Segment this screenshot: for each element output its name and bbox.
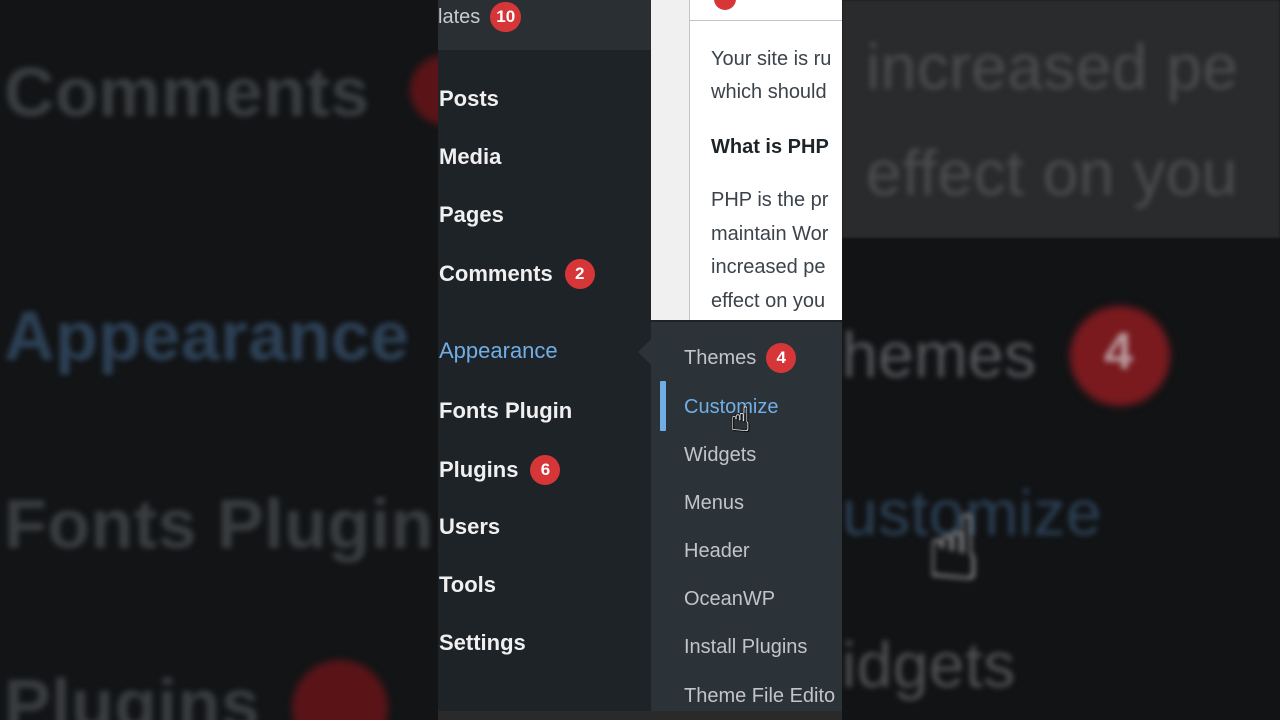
left-blurred-backdrop: Comments Appearance Fonts Plugin Plugins: [0, 0, 438, 720]
appearance-submenu: Themes 4 Customize Widgets Menus Header …: [651, 322, 842, 720]
sidebar-item-appearance[interactable]: Appearance: [439, 338, 558, 364]
sidebar-item-posts[interactable]: Posts: [439, 86, 499, 112]
backdrop-badge: [410, 55, 438, 125]
sidebar-item-label: Appearance: [439, 338, 558, 363]
themes-count-badge: 4: [766, 343, 797, 373]
submenu-item-header[interactable]: Header: [684, 540, 750, 563]
sidebar-item-settings[interactable]: Settings: [439, 630, 526, 656]
sidebar-item-media[interactable]: Media: [439, 144, 501, 170]
sidebar-item-label: Media: [439, 144, 502, 169]
backdrop-plugins-badge: [292, 660, 388, 720]
notice-para-line2: maintain Wor: [711, 223, 829, 245]
sidebar-item-pages[interactable]: Pages: [439, 202, 504, 228]
wp-admin-view: lates 10 Posts Media Pages Comments 2 Ap…: [438, 0, 842, 720]
sidebar-item-label: Plugins: [439, 457, 519, 482]
backdrop-line1-text: increased pe: [866, 31, 1239, 103]
hand-pointer-icon: ☝: [730, 401, 751, 439]
main-content: Your site is ru which should What is PHP…: [651, 0, 842, 320]
bottom-scrollbar[interactable]: [438, 711, 842, 720]
backdrop-line2-text: effect on you: [866, 137, 1238, 209]
submenu-item-themes[interactable]: Themes 4: [684, 343, 797, 373]
php-notice-card: Your site is ru which should What is PHP…: [689, 0, 842, 320]
sidebar-item-label: Settings: [439, 630, 526, 655]
sidebar-item-fonts-plugin[interactable]: Fonts Plugin: [439, 398, 572, 424]
notice-para-line3: increased pe: [711, 256, 826, 278]
plugins-count-badge: 6: [530, 455, 561, 485]
submenu-item-label: Theme File Edito: [684, 685, 836, 707]
sidebar-item-label: Users: [439, 514, 501, 539]
backdrop-fonts-plugin-text: Fonts Plugin: [4, 485, 434, 563]
backdrop-appearance-text: Appearance: [4, 297, 410, 375]
sidebar-item-label: Tools: [439, 572, 497, 597]
sidebar-item-label: Fonts Plugin: [439, 398, 573, 423]
submenu-item-label: Install Plugins: [684, 636, 808, 658]
submenu-item-label: OceanWP: [684, 588, 776, 610]
backdrop-widgets-text: idgets: [842, 629, 1016, 701]
current-item-indicator: [660, 381, 666, 431]
backdrop-plugins-text: Plugins: [4, 665, 261, 720]
error-icon: [714, 0, 736, 10]
backdrop-comments-text: Comments: [4, 53, 370, 131]
sidebar-item-label: Pages: [439, 202, 504, 227]
submenu-item-label: Menus: [684, 492, 745, 514]
sidebar-item-tools[interactable]: Tools: [439, 572, 496, 598]
submenu-item-label: Widgets: [684, 444, 757, 466]
backdrop-themes-count: 4: [1104, 323, 1134, 381]
notice-line2: which should: [711, 81, 827, 103]
sidebar-item-users[interactable]: Users: [439, 514, 500, 540]
submenu-item-label: Themes: [684, 346, 757, 369]
submenu-item-install-plugins[interactable]: Install Plugins: [684, 636, 807, 659]
comments-count-badge: 2: [564, 259, 595, 289]
updates-label: lates: [438, 5, 481, 28]
right-blurred-backdrop: increased pe effect on you hemes 4 ustom…: [842, 0, 1280, 720]
backdrop-themes-text: hemes: [842, 319, 1037, 391]
card-header: [690, 0, 842, 21]
backdrop-hand-pointer-icon: ☝: [926, 499, 981, 599]
submenu-item-label: Header: [684, 540, 750, 562]
sidebar-item-label: Comments: [439, 261, 553, 286]
sidebar-item-plugins[interactable]: Plugins 6: [439, 455, 561, 485]
submenu-item-theme-file-editor[interactable]: Theme File Edito: [684, 685, 835, 708]
submenu-item-menus[interactable]: Menus: [684, 492, 744, 515]
notice-heading: What is PHP: [711, 136, 829, 158]
submenu-pointer: [638, 338, 652, 366]
notice-para-line4: effect on you: [711, 290, 826, 312]
sidebar-item-comments[interactable]: Comments 2: [439, 259, 595, 289]
sidebar-item-label: Posts: [439, 86, 499, 111]
notice-line1: Your site is ru: [711, 48, 832, 70]
submenu-item-widgets[interactable]: Widgets: [684, 444, 756, 467]
updates-count-badge: 10: [490, 2, 522, 32]
notice-para-line1: PHP is the pr: [711, 189, 829, 211]
sidebar-item-updates[interactable]: lates 10: [438, 2, 522, 32]
submenu-item-oceanwp[interactable]: OceanWP: [684, 588, 775, 611]
